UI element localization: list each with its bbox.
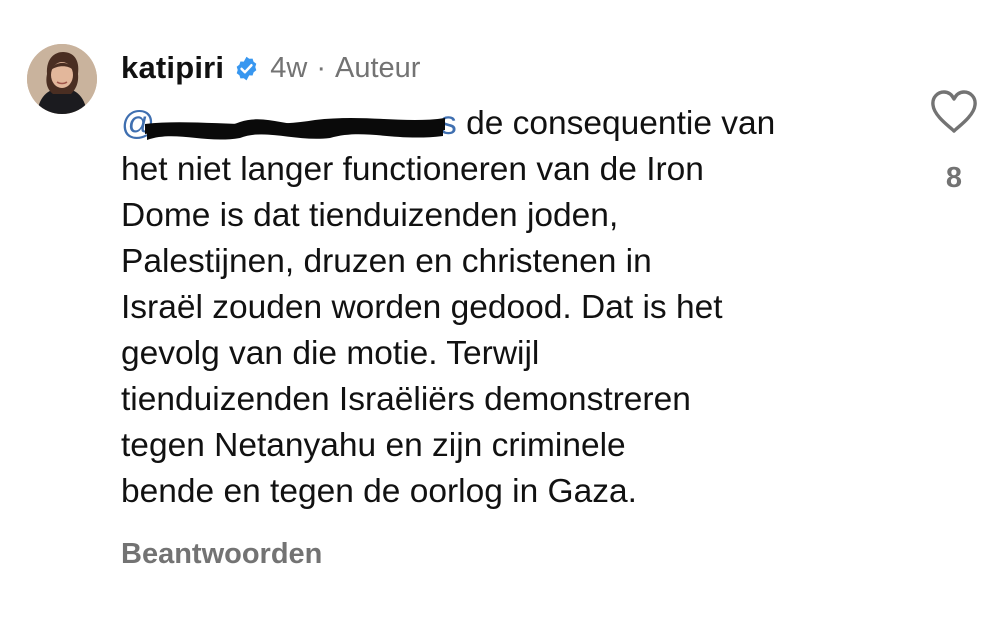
comment-line: Palestijnen, druzen en christenen in (121, 243, 652, 280)
reply-button[interactable]: Beantwoorden (121, 538, 322, 571)
like-count: 8 (945, 162, 963, 194)
redaction-scribble (145, 118, 445, 140)
comment-header: katipiri 4w · Auteur (121, 48, 420, 88)
avatar-image (27, 44, 97, 114)
comment-line: Dome is dat tienduizenden joden, (121, 197, 619, 234)
comment-line: het niet langer functioneren van de Iron (121, 151, 704, 188)
comment-text: @ s de consequentie van het niet langer f… (121, 101, 891, 515)
username[interactable]: katipiri (121, 50, 224, 86)
heart-outline-icon[interactable] (929, 89, 979, 135)
mention-link[interactable]: @ s (121, 101, 457, 147)
timestamp: 4w (270, 51, 308, 84)
comment-line: @ s de consequentie van (121, 101, 891, 147)
separator-dot: · (316, 51, 326, 84)
comment-line: tegen Netanyahu en zijn criminele (121, 427, 626, 464)
author-badge: Auteur (335, 51, 421, 84)
comment-line: Israël zouden worden gedood. Dat is het (121, 289, 723, 326)
comment-line: bende en tegen de oorlog in Gaza. (121, 473, 637, 510)
comment-line: tienduizenden Israëliërs demonstreren (121, 381, 691, 418)
comment-line-text: de consequentie van (466, 105, 776, 142)
verified-badge-icon (236, 56, 257, 80)
comment-line: gevolg van die motie. Terwijl (121, 335, 540, 372)
avatar[interactable] (27, 44, 97, 114)
